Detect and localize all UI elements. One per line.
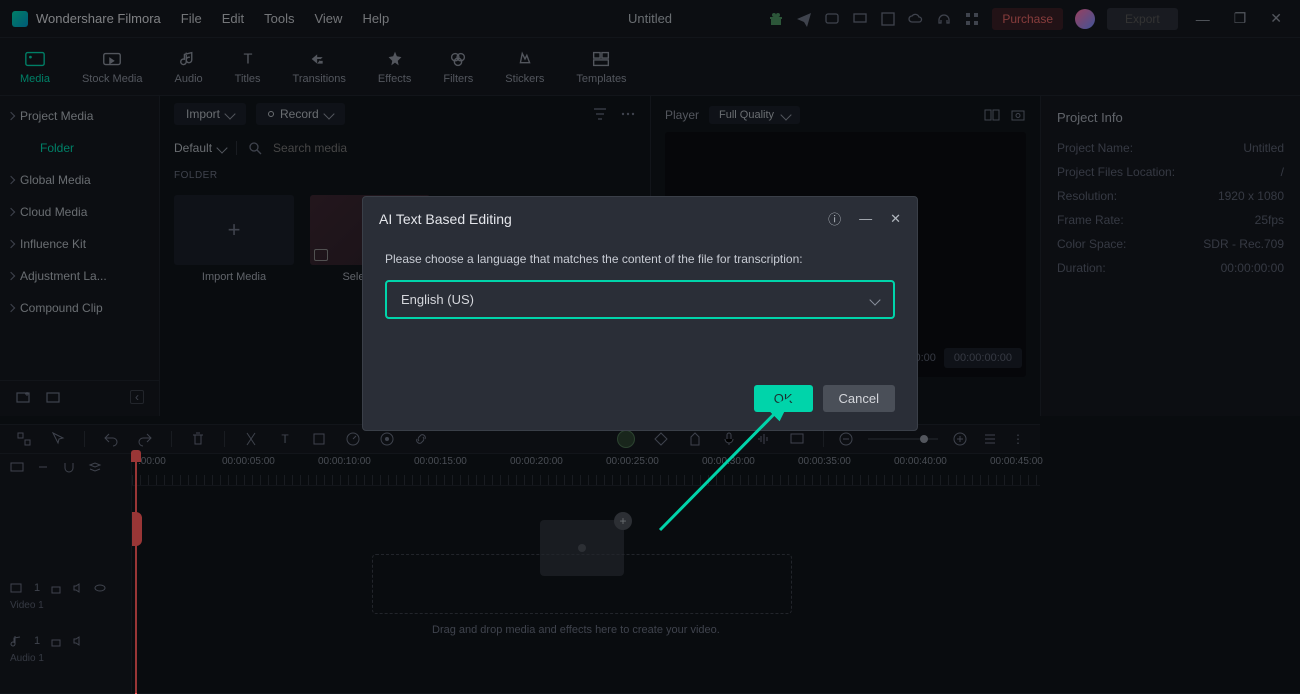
ai-text-editing-dialog: AI Text Based Editing ⓘ — ✕ Please choos… [362,196,918,431]
language-dropdown[interactable]: English (US) [385,280,895,319]
dialog-title: AI Text Based Editing [379,211,512,227]
language-value: English (US) [401,292,474,307]
ok-button[interactable]: OK [754,385,813,412]
help-icon[interactable]: ⓘ [828,209,841,228]
cancel-button[interactable]: Cancel [823,385,895,412]
close-dialog-button[interactable]: ✕ [890,211,901,227]
minimize-dialog-button[interactable]: — [859,211,872,226]
dialog-message: Please choose a language that matches th… [385,252,895,266]
chevron-down-icon [869,294,880,305]
